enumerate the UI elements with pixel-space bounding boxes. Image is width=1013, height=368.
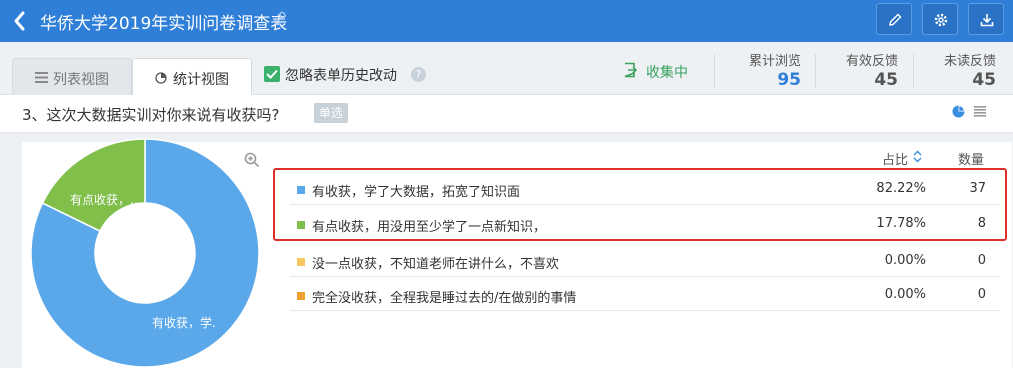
donut-chart (30, 138, 260, 368)
option-count: 0 (977, 287, 986, 302)
stat-total-views-label: 累计浏览 (748, 54, 801, 69)
pencil-icon (889, 13, 902, 26)
pie-chart-view-icon[interactable] (952, 105, 965, 118)
zoom-in-icon[interactable] (244, 152, 260, 168)
pie-chart-icon (155, 72, 167, 84)
question-type-badge: 单选 (314, 103, 348, 123)
highlight-box (273, 168, 1007, 241)
option-text: 没一点收获，不知道老师在讲什么，不喜欢 (312, 257, 560, 272)
link-icon[interactable] (272, 11, 288, 27)
option-percent: 0.00% (884, 253, 926, 268)
ratio-column-header[interactable]: 占比 (882, 149, 908, 168)
question-header: 3、这次大数据实训对你来说有收获吗? 单选 (0, 95, 1013, 133)
option-count: 0 (977, 253, 986, 268)
table-row: 完全没收获，全程我是睡过去的/在做别的事情 0.00% 0 (290, 279, 1000, 311)
sort-icon[interactable] (913, 150, 922, 163)
ignore-history-label[interactable]: 忽略表单历史改动 (285, 65, 397, 85)
legend-swatch (297, 258, 305, 266)
question-text: 3、这次大数据实训对你来说有收获吗? (22, 106, 280, 124)
edit-button[interactable] (876, 3, 912, 35)
tab-stats-label: 统计视图 (173, 72, 229, 88)
checkmark-icon (266, 69, 278, 79)
view-toolbar: 列表视图 统计视图 忽略表单历史改动 ? 收集中 累计浏览 95 有效反馈 45… (0, 42, 1013, 95)
collecting-status[interactable]: 收集中 (646, 62, 688, 82)
tab-stats-view[interactable]: 统计视图 (132, 58, 252, 95)
divider (913, 54, 914, 88)
settings-button[interactable] (922, 3, 958, 35)
download-button[interactable] (968, 3, 1004, 35)
tab-list-label: 列表视图 (53, 72, 109, 88)
download-icon (980, 14, 994, 27)
collecting-status-icon (624, 62, 638, 78)
app-header: 华侨大学2019年实训问卷调查表 (0, 0, 1013, 42)
count-column-header: 数量 (958, 153, 985, 168)
chart-slice-label: 有点收获，... (70, 193, 142, 207)
option-text: 完全没收获，全程我是睡过去的/在做别的事情 (312, 291, 577, 306)
divider (815, 54, 816, 88)
back-arrow-icon[interactable] (8, 8, 32, 34)
stat-unread-feedback-label: 未读反馈 (943, 54, 996, 69)
list-view-icon[interactable] (974, 106, 986, 117)
stat-total-views-value: 95 (777, 70, 801, 90)
legend-swatch (297, 292, 305, 300)
chart-slice-label: 有收获，学. (152, 316, 216, 330)
stat-unread-feedback-value: 45 (972, 70, 996, 90)
tab-list-view[interactable]: 列表视图 (12, 58, 132, 95)
stat-valid-feedback: 有效反馈 45 (836, 50, 898, 90)
stat-total-views: 累计浏览 95 (735, 50, 801, 90)
stat-valid-feedback-label: 有效反馈 (845, 54, 898, 69)
ignore-history-checkbox[interactable] (264, 66, 280, 82)
option-percent: 0.00% (884, 287, 926, 302)
gear-icon (934, 13, 948, 27)
table-row: 没一点收获，不知道老师在讲什么，不喜欢 0.00% 0 (290, 245, 1000, 277)
stat-valid-feedback-value: 45 (874, 70, 898, 90)
stat-unread-feedback: 未读反馈 45 (934, 50, 996, 90)
divider (714, 54, 715, 88)
form-title: 华侨大学2019年实训问卷调查表 (40, 14, 288, 34)
list-icon (35, 72, 48, 83)
help-icon[interactable]: ? (411, 67, 426, 82)
